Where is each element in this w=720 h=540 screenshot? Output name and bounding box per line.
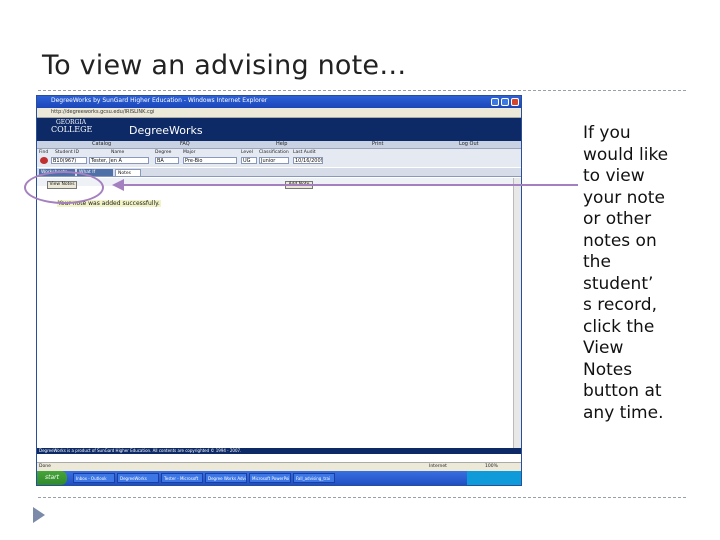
caption: If you would like to view your note or o… bbox=[583, 123, 683, 424]
nav-help[interactable]: Help bbox=[276, 141, 287, 147]
maximize-icon[interactable] bbox=[501, 98, 509, 106]
nav-print[interactable]: Print bbox=[372, 141, 384, 147]
nav-faq[interactable]: FAQ bbox=[180, 141, 190, 147]
taskbar-item[interactable]: Microsoft PowerPoi bbox=[249, 473, 291, 483]
caption-line: your note bbox=[583, 187, 665, 208]
page-footer: DegreeWorks is a product of SunGard High… bbox=[37, 448, 521, 454]
degree-select[interactable]: BA bbox=[155, 157, 179, 164]
major-field: Pre-Bio bbox=[183, 157, 237, 164]
close-icon[interactable] bbox=[511, 98, 519, 106]
level-label: Level bbox=[241, 150, 253, 155]
status-zone: Internet bbox=[429, 464, 447, 469]
browser-screenshot: DegreeWorks by SunGard Higher Education … bbox=[36, 95, 522, 486]
caption-line: would like bbox=[583, 144, 669, 165]
notes-toolbar bbox=[37, 178, 521, 186]
status-bar: Done Internet 100% bbox=[37, 462, 521, 471]
page-scrollbar[interactable] bbox=[513, 178, 521, 448]
caption-line: If you bbox=[583, 123, 631, 143]
tab-bar: Worksheets What If Notes bbox=[37, 168, 521, 177]
caption-line: View bbox=[583, 338, 624, 358]
nav-bar: Catalog FAQ Help Print Log Out bbox=[37, 141, 521, 149]
caption-line: notes on bbox=[583, 230, 657, 251]
system-tray bbox=[467, 471, 521, 485]
college-logo: GEORGIA COLLEGE bbox=[51, 120, 93, 140]
find-icon[interactable] bbox=[40, 157, 48, 164]
nav-catalog[interactable]: Catalog bbox=[92, 141, 111, 147]
find-label: Find bbox=[39, 150, 49, 155]
classification-label: Classification bbox=[259, 150, 289, 155]
taskbar-item[interactable]: Degree Works Advi bbox=[205, 473, 247, 483]
caption-line: or other bbox=[583, 209, 652, 229]
caption-line: any time. bbox=[583, 402, 664, 423]
last-audit-field: 10/16/2009 bbox=[293, 157, 323, 164]
student-header: Find Student ID B10(967) Name Tester, Je… bbox=[37, 149, 521, 167]
status-zoom[interactable]: 100% bbox=[485, 464, 498, 469]
degree-label: Degree bbox=[155, 150, 172, 155]
caption-line: to view bbox=[583, 166, 645, 186]
status-text: Done bbox=[39, 464, 51, 469]
slide-title: To view an advising note… bbox=[42, 50, 407, 81]
caption-line: click the bbox=[583, 316, 655, 337]
logo-line-2: COLLEGE bbox=[51, 125, 93, 134]
student-id-field[interactable]: B10(967) bbox=[51, 157, 87, 164]
footer-divider bbox=[38, 497, 686, 498]
taskbar: start Inbox - Outlook DegreeWorks Tester… bbox=[37, 471, 521, 485]
student-id-label: Student ID bbox=[55, 150, 79, 155]
caption-line: button at bbox=[583, 381, 662, 401]
start-button[interactable]: start bbox=[37, 471, 67, 485]
taskbar-item[interactable]: Fall_advising_trai bbox=[293, 473, 335, 483]
product-name: DegreeWorks bbox=[129, 124, 203, 137]
taskbar-item[interactable]: Inbox - Outlook bbox=[73, 473, 115, 483]
name-label: Name bbox=[111, 150, 125, 155]
classification-field: Junior bbox=[259, 157, 289, 164]
caption-line: Notes bbox=[583, 359, 633, 380]
window-title: DegreeWorks by SunGard Higher Education … bbox=[51, 97, 268, 104]
site-banner bbox=[37, 118, 521, 141]
caption-line: the bbox=[583, 252, 611, 272]
footer-text: DegreeWorks is a product of SunGard High… bbox=[39, 448, 242, 453]
title-divider bbox=[38, 90, 686, 91]
add-note-button[interactable]: Add Note bbox=[285, 181, 313, 189]
bullet-triangle-icon bbox=[33, 507, 45, 523]
last-audit-label: Last Audit bbox=[293, 150, 316, 155]
highlight-circle bbox=[24, 171, 104, 204]
window-title-bar: DegreeWorks by SunGard Higher Education … bbox=[37, 96, 521, 108]
minimize-icon[interactable] bbox=[491, 98, 499, 106]
level-field: UG bbox=[241, 157, 257, 164]
taskbar-item[interactable]: DegreeWorks bbox=[117, 473, 159, 483]
name-select[interactable]: Tester, Jen A bbox=[89, 157, 149, 164]
tab-notes[interactable]: Notes bbox=[115, 169, 141, 176]
caption-line: s record, bbox=[583, 295, 657, 315]
major-label: Major bbox=[183, 150, 196, 155]
address-text: http://degreeworks.gcsu.edu/IRISLINK.cgi bbox=[51, 109, 155, 115]
nav-logout[interactable]: Log Out bbox=[459, 141, 479, 147]
taskbar-item[interactable]: Tester - Microsoft bbox=[161, 473, 203, 483]
caption-line: student’ bbox=[583, 273, 654, 294]
address-bar[interactable]: http://degreeworks.gcsu.edu/IRISLINK.cgi bbox=[37, 108, 521, 118]
